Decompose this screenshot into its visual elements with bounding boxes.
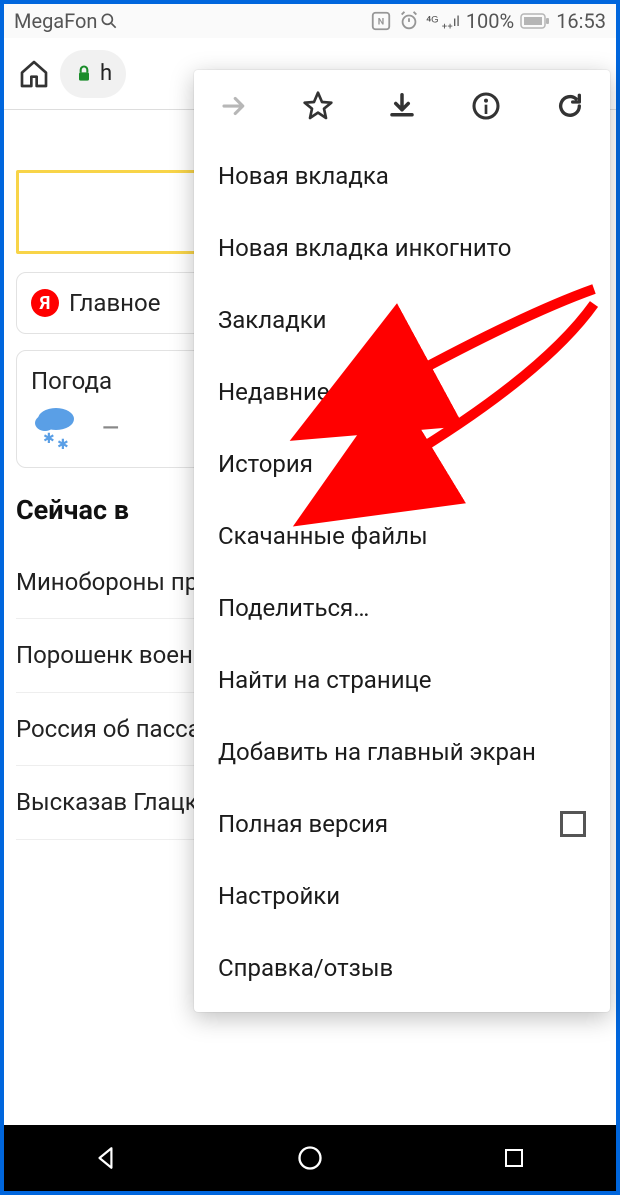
signal-icon: ⁴ᴳ ₊₊ıl xyxy=(426,13,460,30)
menu-find[interactable]: Найти на странице xyxy=(194,644,610,716)
menu-help[interactable]: Справка/отзыв xyxy=(194,932,610,1004)
nfc-icon: N xyxy=(370,10,392,32)
browser-menu: Новая вкладка Новая вкладка инкогнито За… xyxy=(194,70,610,1012)
back-button[interactable] xyxy=(86,1138,126,1178)
menu-new-incognito[interactable]: Новая вкладка инкогнито xyxy=(194,212,610,284)
reload-icon[interactable] xyxy=(552,88,588,124)
svg-text:✱: ✱ xyxy=(43,431,55,447)
weather-label: Погода xyxy=(31,367,112,395)
yandex-logo-icon: Я xyxy=(31,289,59,317)
time-label: 16:53 xyxy=(556,9,606,33)
menu-add-homescreen[interactable]: Добавить на главный экран xyxy=(194,716,610,788)
menu-new-tab[interactable]: Новая вкладка xyxy=(194,140,610,212)
home-icon[interactable] xyxy=(18,58,50,90)
battery-icon xyxy=(520,13,550,29)
svg-text:✱: ✱ xyxy=(57,437,69,451)
menu-item-label: Недавние вкладки xyxy=(218,378,430,406)
carrier-label: MegaFon xyxy=(14,9,97,33)
menu-item-label: Новая вкладка xyxy=(218,162,389,190)
menu-item-label: История xyxy=(218,450,313,478)
home-button[interactable] xyxy=(290,1138,330,1178)
recents-button[interactable] xyxy=(494,1138,534,1178)
search-icon xyxy=(99,11,119,31)
menu-recent-tabs[interactable]: Недавние вкладки xyxy=(194,356,610,428)
url-bar[interactable]: h xyxy=(60,50,126,98)
menu-item-label: Новая вкладка инкогнито xyxy=(218,234,511,262)
info-icon[interactable] xyxy=(468,88,504,124)
menu-item-label: Добавить на главный экран xyxy=(218,738,536,766)
menu-item-label: Справка/отзыв xyxy=(218,954,393,982)
menu-bookmarks[interactable]: Закладки xyxy=(194,284,610,356)
menu-downloads[interactable]: Скачанные файлы xyxy=(194,500,610,572)
status-carrier: MegaFon xyxy=(14,9,119,33)
menu-item-label: Скачанные файлы xyxy=(218,522,428,550)
menu-share[interactable]: Поделиться… xyxy=(194,572,610,644)
download-icon[interactable] xyxy=(384,88,420,124)
menu-settings[interactable]: Настройки xyxy=(194,860,610,932)
cloud-icon: ✱✱ – xyxy=(31,405,121,451)
yandex-label: Главное xyxy=(69,289,160,317)
alarm-icon xyxy=(398,10,420,32)
url-text: h xyxy=(100,61,112,86)
menu-desktop-site[interactable]: Полная версия xyxy=(194,788,610,860)
checkbox-icon[interactable] xyxy=(560,811,586,837)
forward-icon xyxy=(216,88,252,124)
status-bar: MegaFon N ⁴ᴳ ₊₊ıl 100% 16:53 xyxy=(4,4,616,38)
menu-item-label: Найти на странице xyxy=(218,666,432,694)
android-nav-bar xyxy=(4,1125,616,1191)
menu-item-label: Поделиться… xyxy=(218,594,369,622)
menu-item-label: Закладки xyxy=(218,306,327,334)
menu-item-label: Полная версия xyxy=(218,810,388,838)
lock-icon xyxy=(74,64,94,84)
status-right: N ⁴ᴳ ₊₊ıl 100% 16:53 xyxy=(370,9,606,33)
menu-history[interactable]: История xyxy=(194,428,610,500)
star-icon[interactable] xyxy=(300,88,336,124)
menu-icon-row xyxy=(194,70,610,140)
svg-text:N: N xyxy=(378,18,384,28)
menu-item-label: Настройки xyxy=(218,882,340,910)
battery-text: 100% xyxy=(466,9,514,33)
